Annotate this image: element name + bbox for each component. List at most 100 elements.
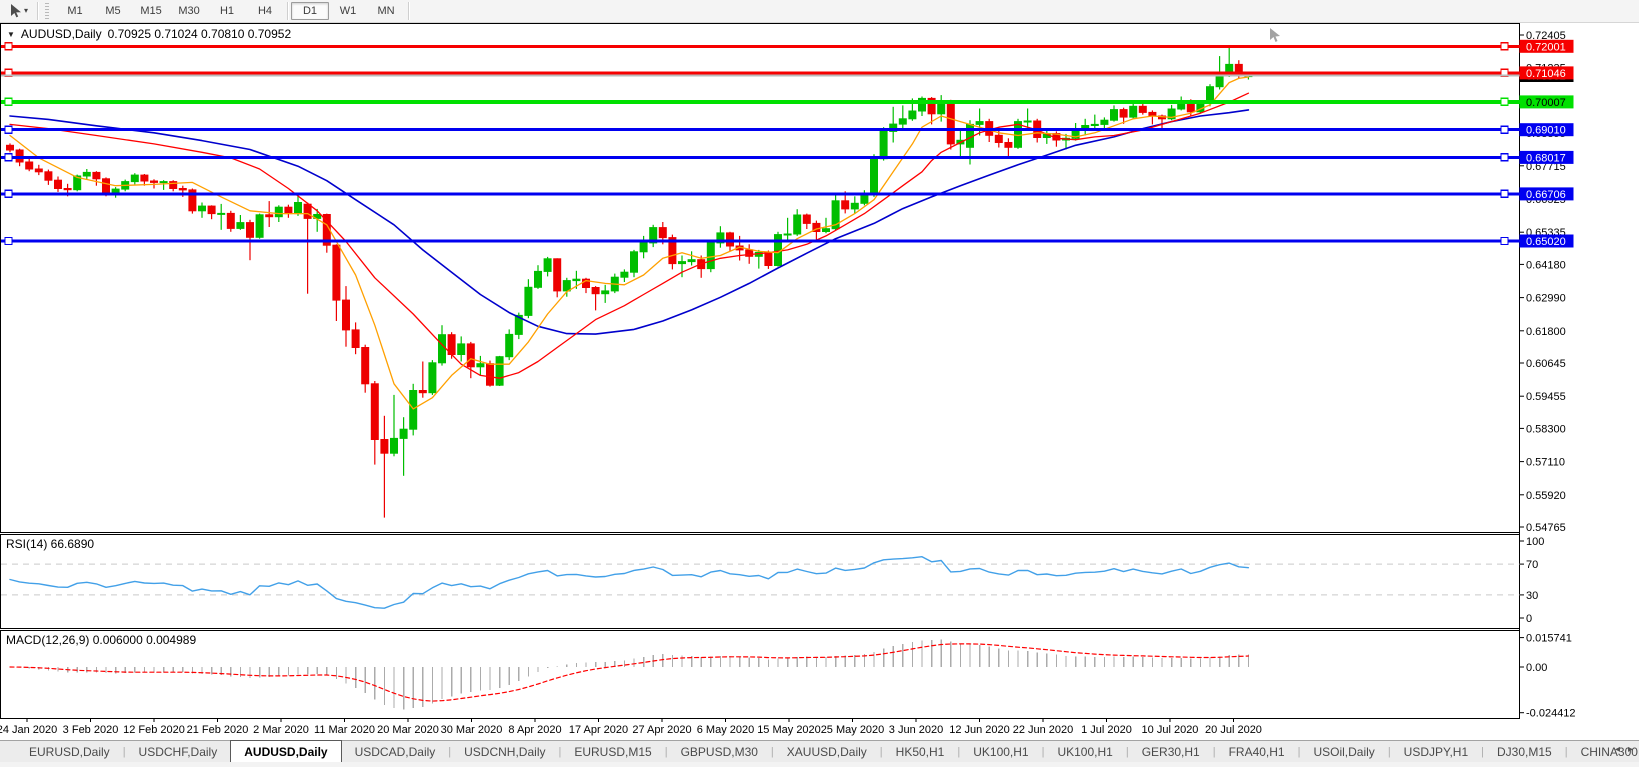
svg-text:25 May 2020: 25 May 2020 bbox=[821, 724, 885, 736]
timeframe-button-m15[interactable]: M15 bbox=[132, 2, 170, 20]
line-handle bbox=[1501, 190, 1508, 197]
date-axis: 24 Jan 2020 3 Feb 2020 12 Feb 202021 Feb 2… bbox=[0, 719, 1262, 737]
svg-text:0.58300: 0.58300 bbox=[1526, 423, 1566, 435]
svg-text:0.57110: 0.57110 bbox=[1526, 457, 1565, 469]
tab-audusd-daily[interactable]: AUDUSD,Daily bbox=[230, 740, 341, 762]
line-handle bbox=[1501, 154, 1508, 161]
timeframe-button-m1[interactable]: M1 bbox=[56, 2, 94, 20]
svg-text:3 Jun 2020: 3 Jun 2020 bbox=[889, 724, 943, 736]
timeframe-button-d1[interactable]: D1 bbox=[291, 2, 329, 20]
svg-text:6 May 2020: 6 May 2020 bbox=[697, 724, 754, 736]
rsi-label: RSI(14) 66.6890 bbox=[6, 537, 94, 551]
svg-text:8 Apr 2020: 8 Apr 2020 bbox=[508, 724, 561, 736]
chevron-down-icon: ▾ bbox=[24, 7, 28, 15]
tab-uk100-h1[interactable]: UK100,H1 bbox=[1044, 741, 1125, 762]
svg-text:24 Jan 2020: 24 Jan 2020 bbox=[0, 724, 57, 736]
svg-text:-0.024412: -0.024412 bbox=[1526, 708, 1576, 720]
chart-title: ▼ AUDUSD,Daily 0.70925 0.71024 0.70810 0… bbox=[7, 27, 291, 41]
timeframe-button-w1[interactable]: W1 bbox=[329, 2, 367, 20]
tab-xauusd-daily[interactable]: XAUUSD,Daily bbox=[774, 741, 880, 762]
svg-text:0.61800: 0.61800 bbox=[1526, 326, 1566, 338]
timeframe-button-mn[interactable]: MN bbox=[367, 2, 405, 20]
svg-text:0.72001: 0.72001 bbox=[1526, 41, 1566, 53]
line-handle bbox=[5, 98, 12, 105]
toolbar-separator bbox=[408, 2, 409, 20]
timeframe-button-m5[interactable]: M5 bbox=[94, 2, 132, 20]
svg-text:1 Jul 2020: 1 Jul 2020 bbox=[1081, 724, 1132, 736]
svg-text:30: 30 bbox=[1526, 590, 1538, 602]
tab-scroll-arrows: ◂ ▸ bbox=[1615, 744, 1633, 755]
svg-text:0.66706: 0.66706 bbox=[1526, 189, 1566, 201]
macd-label: MACD(12,26,9) 0.006000 0.004989 bbox=[6, 633, 196, 647]
price-label-0.65020: 0.65020 bbox=[1520, 235, 1574, 249]
line-handle bbox=[5, 238, 12, 245]
line-handle bbox=[1501, 98, 1508, 105]
price-label-0.68017: 0.68017 bbox=[1520, 151, 1574, 165]
svg-text:100: 100 bbox=[1526, 536, 1544, 548]
svg-text:20 Mar 2020: 20 Mar 2020 bbox=[377, 724, 439, 736]
tab-scroll-left-button[interactable]: ◂ bbox=[1615, 744, 1620, 755]
symbol-dropdown-icon[interactable]: ▼ bbox=[7, 30, 15, 39]
svg-text:0.60645: 0.60645 bbox=[1526, 358, 1566, 370]
chart-symbol: AUDUSD,Daily bbox=[21, 27, 102, 41]
price-label-0.72001: 0.72001 bbox=[1520, 40, 1574, 54]
toolbar-grip-icon bbox=[45, 3, 49, 19]
price-label-0.71046: 0.71046 bbox=[1520, 66, 1574, 80]
timeframe-buttons: M1M5M15M30H1H4 D1W1MN bbox=[56, 0, 412, 22]
tab-uk100-h1[interactable]: UK100,H1 bbox=[960, 741, 1041, 762]
tab-dj30-m15[interactable]: DJ30,M15 bbox=[1484, 741, 1565, 762]
svg-text:3 Feb 2020: 3 Feb 2020 bbox=[63, 724, 119, 736]
tab-usoil-daily[interactable]: USOil,Daily bbox=[1300, 741, 1387, 762]
tab-hk50-h1[interactable]: HK50,H1 bbox=[883, 741, 958, 762]
toolbar-separator bbox=[287, 2, 288, 20]
tab-ger30-h1[interactable]: GER30,H1 bbox=[1129, 741, 1213, 762]
svg-text:10 Jul 2020: 10 Jul 2020 bbox=[1142, 724, 1199, 736]
tab-fra40-h1[interactable]: FRA40,H1 bbox=[1216, 741, 1298, 762]
timeframe-button-h4[interactable]: H4 bbox=[246, 2, 284, 20]
svg-text:0.68017: 0.68017 bbox=[1526, 152, 1566, 164]
price-label-boxes: 0.709520.720010.710460.700070.690100.680… bbox=[1520, 40, 1574, 248]
svg-text:22 Jun 2020: 22 Jun 2020 bbox=[1013, 724, 1074, 736]
svg-text:0.65020: 0.65020 bbox=[1526, 236, 1566, 248]
svg-text:0.015741: 0.015741 bbox=[1526, 633, 1572, 645]
tab-usdchf-daily[interactable]: USDCHF,Daily bbox=[126, 741, 231, 762]
cursor-icon bbox=[8, 3, 22, 19]
tab-usdcad-daily[interactable]: USDCAD,Daily bbox=[342, 741, 449, 762]
timeframe-button-h1[interactable]: H1 bbox=[208, 2, 246, 20]
tab-usdjpy-h1[interactable]: USDJPY,H1 bbox=[1391, 741, 1481, 762]
price-label-0.66706: 0.66706 bbox=[1520, 187, 1574, 201]
svg-text:0.70007: 0.70007 bbox=[1526, 97, 1566, 109]
chart-tab-bar: EURUSD,Daily|USDCHF,DailyAUDUSD,DailyUSD… bbox=[0, 740, 1639, 762]
tab-eurusd-daily[interactable]: EURUSD,Daily bbox=[16, 741, 123, 762]
svg-text:11 Mar 2020: 11 Mar 2020 bbox=[314, 724, 375, 736]
svg-text:0.55920: 0.55920 bbox=[1526, 490, 1566, 502]
svg-text:17 Apr 2020: 17 Apr 2020 bbox=[569, 724, 628, 736]
tab-usdcnh-daily[interactable]: USDCNH,Daily bbox=[451, 741, 558, 762]
panel-frames bbox=[1, 23, 1520, 719]
svg-text:0.71046: 0.71046 bbox=[1526, 68, 1566, 80]
line-handle bbox=[5, 126, 12, 133]
svg-text:21 Feb 2020: 21 Feb 2020 bbox=[187, 724, 249, 736]
chart-canvas[interactable]: 0.724050.712350.700650.688950.677150.665… bbox=[0, 23, 1639, 740]
line-handle bbox=[1501, 238, 1508, 245]
timeframe-button-m30[interactable]: M30 bbox=[170, 2, 208, 20]
cursor-tool-button[interactable]: ▾ bbox=[2, 0, 34, 22]
svg-text:30 Mar 2020: 30 Mar 2020 bbox=[441, 724, 503, 736]
line-handle bbox=[5, 154, 12, 161]
svg-text:12 Jun 2020: 12 Jun 2020 bbox=[949, 724, 1010, 736]
svg-text:0.59455: 0.59455 bbox=[1526, 391, 1566, 403]
line-handle bbox=[1501, 43, 1508, 50]
tab-scroll-right-button[interactable]: ▸ bbox=[1628, 744, 1633, 755]
line-handle bbox=[5, 43, 12, 50]
chart-ohlc-values: 0.70925 0.71024 0.70810 0.70952 bbox=[108, 27, 292, 41]
svg-text:70: 70 bbox=[1526, 559, 1538, 571]
tab-gbpusd-m30[interactable]: GBPUSD,M30 bbox=[668, 741, 771, 762]
svg-text:15 May 2020: 15 May 2020 bbox=[757, 724, 821, 736]
svg-text:12 Feb 2020: 12 Feb 2020 bbox=[123, 724, 185, 736]
price-label-0.70007: 0.70007 bbox=[1520, 95, 1574, 109]
trading-terminal: ▾ M1M5M15M30H1H4 D1W1MN 0.724050.712350.7… bbox=[0, 0, 1639, 767]
tab-eurusd-m15[interactable]: EURUSD,M15 bbox=[561, 741, 664, 762]
price-label-0.69010: 0.69010 bbox=[1520, 123, 1574, 137]
svg-text:0.64180: 0.64180 bbox=[1526, 259, 1566, 271]
line-handle bbox=[5, 190, 12, 197]
